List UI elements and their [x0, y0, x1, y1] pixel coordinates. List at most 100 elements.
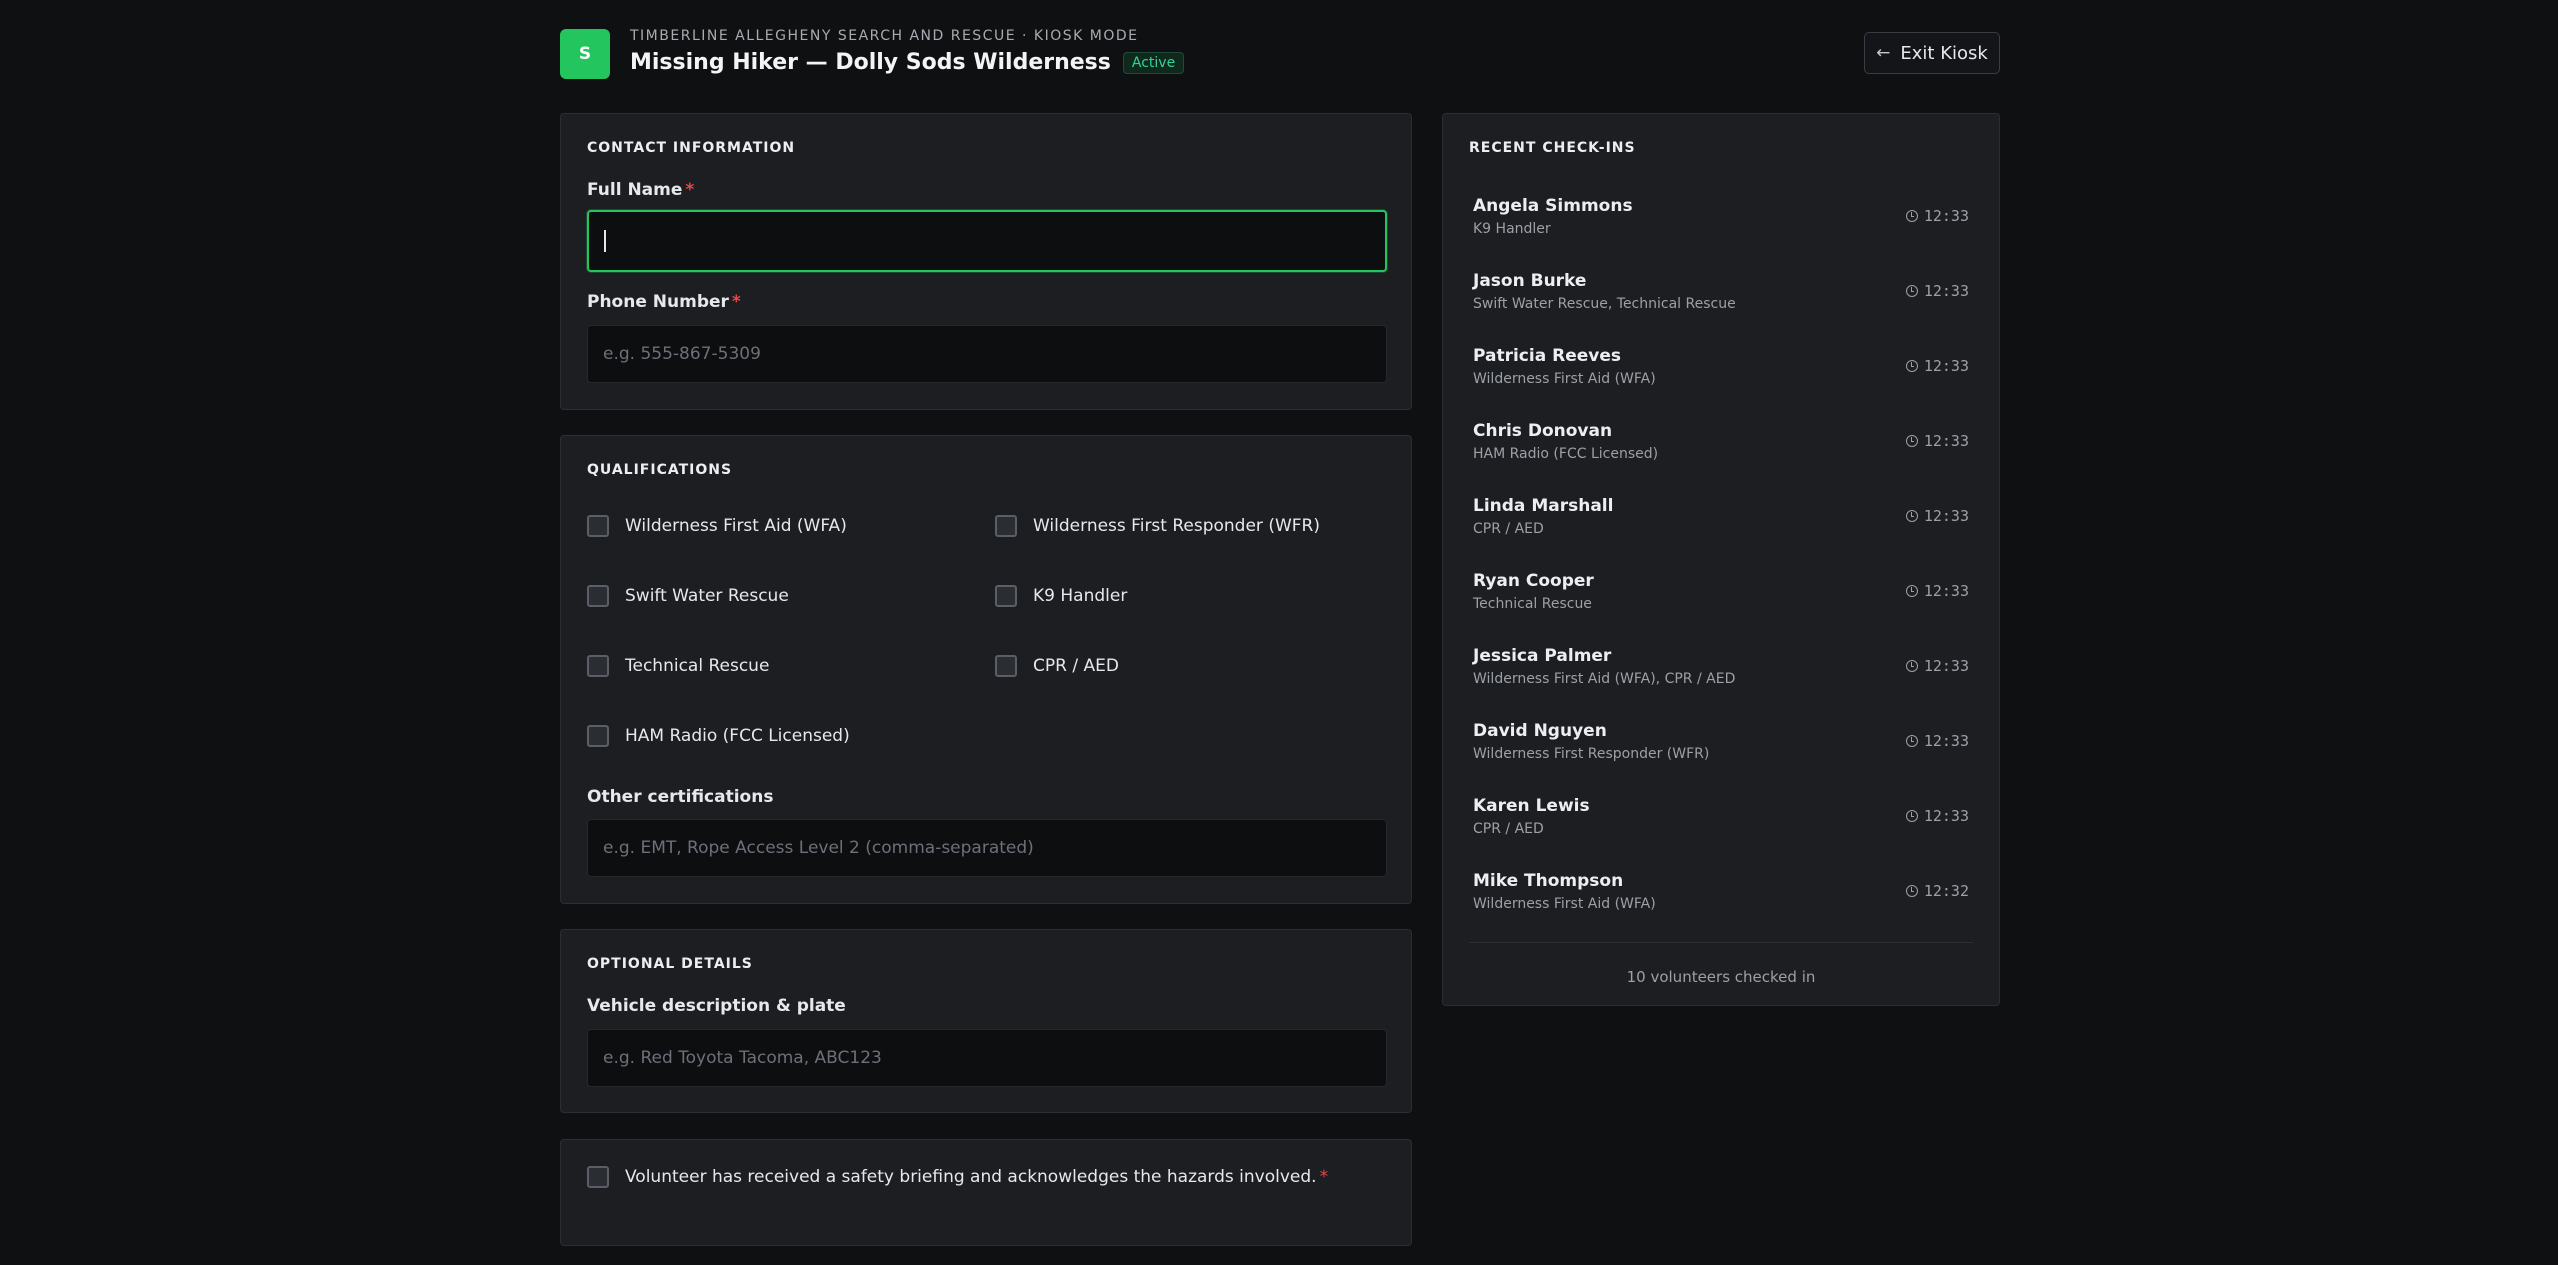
checkin-time: 12:33 [1905, 807, 1969, 825]
full-name-label: Full Name * [587, 180, 694, 200]
other-certs-input[interactable]: e.g. EMT, Rope Access Level 2 (comma-sep… [587, 819, 1387, 877]
clock-icon [1905, 810, 1918, 822]
org-logo: S [560, 29, 610, 79]
checkin-time-text: 12:33 [1923, 507, 1969, 525]
checkin-item: Ryan Cooper Technical Rescue 12:33 [1457, 559, 1985, 634]
checkin-time-text: 12:33 [1923, 357, 1969, 375]
page-title: Missing Hiker — Dolly Sods Wilderness [630, 50, 1111, 75]
qual-label: Wilderness First Responder (WFR) [1033, 516, 1320, 536]
arrow-left-icon: ← [1876, 43, 1891, 63]
volunteer-quals: Swift Water Rescue, Technical Rescue [1473, 296, 1736, 312]
clock-icon [1905, 435, 1918, 447]
required-mark: * [685, 180, 695, 200]
full-name-label-text: Full Name [587, 180, 683, 200]
qual-label: K9 Handler [1033, 586, 1128, 606]
checkin-time-text: 12:33 [1923, 657, 1969, 675]
qualifications-card: QUALIFICATIONS Wilderness First Aid (WFA… [560, 435, 1412, 904]
qual-checkbox-technical[interactable]: Technical Rescue [587, 655, 769, 677]
checkin-time: 12:32 [1905, 882, 1969, 900]
contact-section-title: CONTACT INFORMATION [587, 140, 796, 156]
checkin-time-text: 12:33 [1923, 807, 1969, 825]
checkin-item: Patricia Reeves Wilderness First Aid (WF… [1457, 334, 1985, 409]
safety-briefing-label: Volunteer has received a safety briefing… [625, 1167, 1328, 1187]
qual-checkbox-wfa[interactable]: Wilderness First Aid (WFA) [587, 515, 847, 537]
volunteer-quals: CPR / AED [1473, 521, 1544, 537]
checkin-time-text: 12:33 [1923, 732, 1969, 750]
checkin-time: 12:33 [1905, 507, 1969, 525]
checkin-time: 12:33 [1905, 582, 1969, 600]
checkin-item: Linda Marshall CPR / AED 12:33 [1457, 484, 1985, 559]
volunteer-quals: Technical Rescue [1473, 596, 1592, 612]
qual-checkbox-k9[interactable]: K9 Handler [995, 585, 1127, 607]
checkin-time: 12:33 [1905, 432, 1969, 450]
qual-checkbox-wfr[interactable]: Wilderness First Responder (WFR) [995, 515, 1320, 537]
volunteer-name: Ryan Cooper [1473, 571, 1594, 591]
org-name: TIMBERLINE ALLEGHENY SEARCH AND RESCUE ·… [630, 28, 1139, 44]
checkin-item: Angela Simmons K9 Handler 12:33 [1457, 184, 1985, 259]
checkbox[interactable] [587, 585, 609, 607]
vehicle-label: Vehicle description & plate [587, 996, 846, 1016]
clock-icon [1905, 735, 1918, 747]
qual-checkbox-cpr[interactable]: CPR / AED [995, 655, 1119, 677]
status-badge: Active [1122, 51, 1185, 74]
volunteer-quals: HAM Radio (FCC Licensed) [1473, 446, 1659, 462]
volunteer-name: Linda Marshall [1473, 496, 1614, 516]
checkin-item: Jason Burke Swift Water Rescue, Technica… [1457, 259, 1985, 334]
checkbox[interactable] [587, 655, 609, 677]
checkin-time: 12:33 [1905, 732, 1969, 750]
volunteer-quals: Wilderness First Aid (WFA) [1473, 371, 1656, 387]
clock-icon [1905, 360, 1918, 372]
other-certs-placeholder: e.g. EMT, Rope Access Level 2 (comma-sep… [603, 838, 1034, 858]
optional-details-card: OPTIONAL DETAILS Vehicle description & p… [560, 929, 1412, 1113]
clock-icon [1905, 285, 1918, 297]
contact-card: CONTACT INFORMATION Full Name * Phone Num… [560, 113, 1412, 410]
volunteer-name: Jessica Palmer [1473, 646, 1612, 666]
safety-briefing-text: Volunteer has received a safety briefing… [625, 1167, 1317, 1187]
checkin-item: Jessica Palmer Wilderness First Aid (WFA… [1457, 634, 1985, 709]
checkins-section-title: RECENT CHECK-INS [1469, 140, 1636, 156]
clock-icon [1905, 210, 1918, 222]
phone-label-text: Phone Number [587, 292, 729, 312]
volunteer-quals: K9 Handler [1473, 221, 1551, 237]
recent-checkins-card: RECENT CHECK-INS Angela Simmons K9 Handl… [1442, 113, 2000, 1006]
checkin-count: 10 volunteers checked in [1626, 968, 1816, 986]
volunteer-name: Angela Simmons [1473, 196, 1633, 216]
qual-label: CPR / AED [1033, 656, 1119, 676]
other-certs-label: Other certifications [587, 787, 774, 807]
checkbox[interactable] [587, 725, 609, 747]
clock-icon [1905, 585, 1918, 597]
qual-label: HAM Radio (FCC Licensed) [625, 726, 850, 746]
checkin-item: Mike Thompson Wilderness First Aid (WFA)… [1457, 859, 1985, 934]
safety-briefing-checkbox-row[interactable]: Volunteer has received a safety briefing… [587, 1166, 1328, 1188]
checkbox[interactable] [995, 585, 1017, 607]
exit-kiosk-button[interactable]: ← Exit Kiosk [1864, 32, 2000, 74]
volunteer-quals: Wilderness First Aid (WFA), CPR / AED [1473, 671, 1736, 687]
checkin-time-text: 12:33 [1923, 582, 1969, 600]
volunteer-name: Mike Thompson [1473, 871, 1624, 891]
checkbox[interactable] [995, 515, 1017, 537]
qual-label: Technical Rescue [625, 656, 770, 676]
checkin-time-text: 12:32 [1923, 882, 1969, 900]
checkbox[interactable] [587, 515, 609, 537]
qual-checkbox-swift-water[interactable]: Swift Water Rescue [587, 585, 789, 607]
checkin-item: David Nguyen Wilderness First Responder … [1457, 709, 1985, 784]
safety-briefing-checkbox[interactable] [587, 1166, 609, 1188]
volunteer-quals: Wilderness First Responder (WFR) [1473, 746, 1710, 762]
checkin-time: 12:33 [1905, 357, 1969, 375]
vehicle-input[interactable]: e.g. Red Toyota Tacoma, ABC123 [587, 1029, 1387, 1087]
full-name-input[interactable] [587, 210, 1387, 272]
volunteer-name: Patricia Reeves [1473, 346, 1621, 366]
clock-icon [1905, 885, 1918, 897]
checkin-time: 12:33 [1905, 657, 1969, 675]
qual-label: Wilderness First Aid (WFA) [625, 516, 847, 536]
volunteer-name: Karen Lewis [1473, 796, 1590, 816]
volunteer-quals: Wilderness First Aid (WFA) [1473, 896, 1656, 912]
phone-input[interactable]: e.g. 555-867-5309 [587, 325, 1387, 383]
list-divider [1469, 942, 1973, 943]
qual-checkbox-ham[interactable]: HAM Radio (FCC Licensed) [587, 725, 850, 747]
qualifications-section-title: QUALIFICATIONS [587, 462, 733, 478]
checkin-time-text: 12:33 [1923, 207, 1969, 225]
checkbox[interactable] [995, 655, 1017, 677]
phone-placeholder: e.g. 555-867-5309 [603, 344, 761, 364]
phone-label: Phone Number * [587, 292, 741, 312]
